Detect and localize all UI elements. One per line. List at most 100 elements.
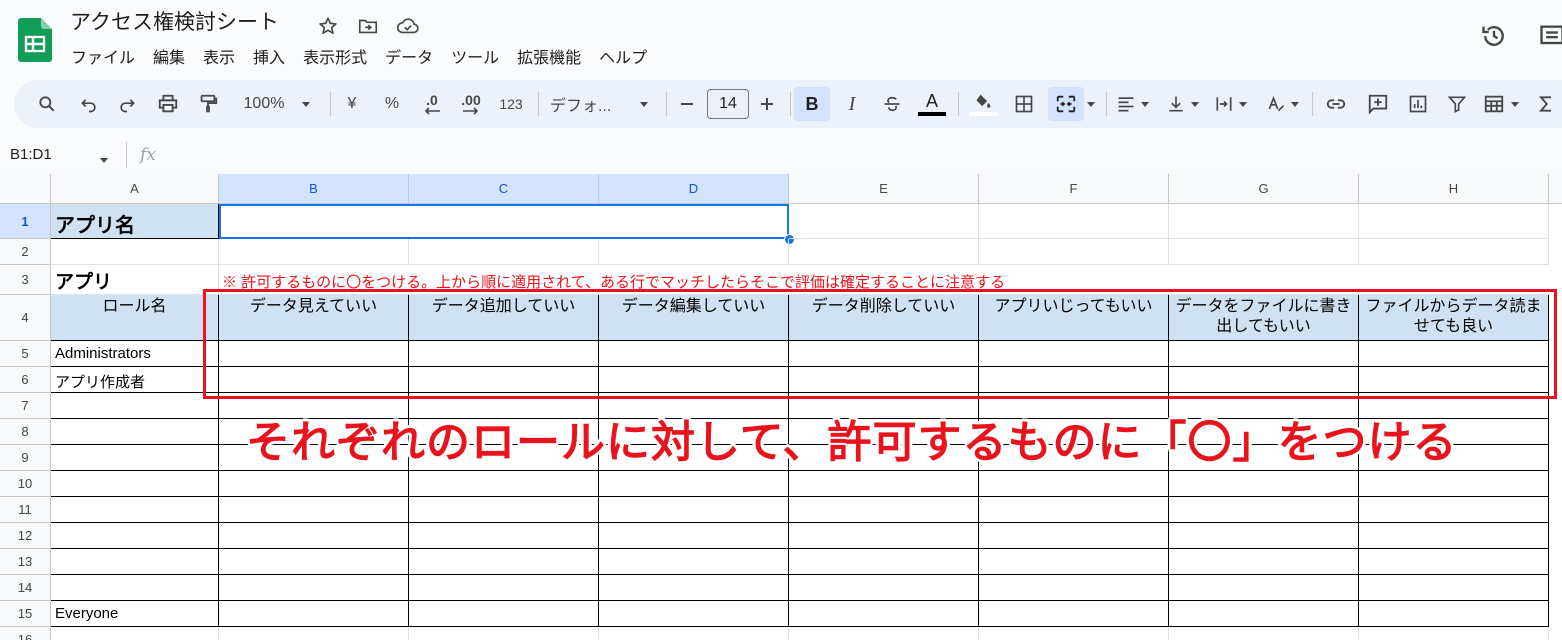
menu-view[interactable]: 表示	[194, 44, 244, 70]
menu-edit[interactable]: 編集	[144, 44, 194, 70]
table-cell[interactable]	[409, 497, 599, 523]
functions-icon[interactable]	[1534, 80, 1558, 128]
table-cell[interactable]	[789, 523, 979, 549]
column-header-i[interactable]	[1549, 174, 1562, 204]
table-cell[interactable]	[51, 471, 219, 497]
table-cell[interactable]	[1169, 471, 1359, 497]
undo-icon[interactable]	[76, 80, 102, 128]
table-cell[interactable]	[979, 549, 1169, 575]
table-cell[interactable]	[1169, 575, 1359, 601]
table-cell[interactable]	[979, 471, 1169, 497]
cell[interactable]	[409, 627, 599, 640]
row-header-1[interactable]: 1	[0, 204, 51, 239]
table-cell[interactable]	[1169, 497, 1359, 523]
row-header-15[interactable]: 15	[0, 601, 51, 627]
sheets-logo-icon[interactable]	[18, 18, 52, 62]
cell[interactable]	[979, 204, 1169, 239]
insert-comment-icon[interactable]	[1364, 80, 1392, 128]
row-header-8[interactable]: 8	[0, 419, 51, 445]
menu-tools[interactable]: ツール	[442, 44, 508, 70]
decrease-font-size-icon[interactable]	[676, 80, 698, 128]
table-cell[interactable]	[219, 549, 409, 575]
table-cell[interactable]	[789, 601, 979, 627]
cell-a6[interactable]: アプリ作成者	[51, 367, 219, 393]
table-cell[interactable]	[219, 523, 409, 549]
table-cell[interactable]	[51, 419, 219, 445]
row-header-14[interactable]: 14	[0, 575, 51, 601]
table-cell[interactable]	[789, 497, 979, 523]
redo-icon[interactable]	[114, 80, 140, 128]
row-header-2[interactable]: 2	[0, 239, 51, 265]
cell[interactable]	[599, 627, 789, 640]
cell[interactable]	[1359, 627, 1549, 640]
align-left-icon[interactable]	[1114, 80, 1138, 128]
cell[interactable]	[789, 239, 979, 265]
percent-format-button[interactable]: %	[380, 80, 404, 128]
column-header-e[interactable]: E	[789, 174, 979, 204]
table-cell[interactable]	[1359, 549, 1549, 575]
comments-icon[interactable]	[1538, 22, 1562, 50]
table-cell[interactable]	[51, 523, 219, 549]
table-cell[interactable]	[409, 575, 599, 601]
search-menus-icon[interactable]	[34, 80, 60, 128]
table-cell[interactable]	[599, 471, 789, 497]
cell-a1[interactable]: アプリ名	[51, 204, 219, 239]
table-cell[interactable]	[409, 549, 599, 575]
table-cell[interactable]	[1359, 471, 1549, 497]
cell[interactable]	[219, 627, 409, 640]
menu-insert[interactable]: 挿入	[244, 44, 294, 70]
cell[interactable]	[219, 239, 409, 265]
table-cell[interactable]	[219, 601, 409, 627]
menu-help[interactable]: ヘルプ	[590, 44, 656, 70]
move-folder-icon[interactable]	[356, 14, 380, 38]
table-cell[interactable]	[409, 471, 599, 497]
borders-icon[interactable]	[1010, 80, 1038, 128]
table-cell[interactable]	[1169, 523, 1359, 549]
merge-cells-icon[interactable]	[1048, 87, 1084, 121]
table-cell[interactable]	[409, 601, 599, 627]
table-cell[interactable]	[51, 549, 219, 575]
cell-a15[interactable]: Everyone	[51, 601, 219, 627]
menu-data[interactable]: データ	[376, 44, 442, 70]
cell-b1-merged[interactable]	[219, 204, 789, 239]
table-cell[interactable]	[979, 601, 1169, 627]
table-cell[interactable]	[789, 575, 979, 601]
fill-color-icon[interactable]	[966, 80, 1000, 128]
font-dropdown-icon[interactable]	[636, 80, 652, 128]
vertical-align-dropdown-icon[interactable]	[1188, 80, 1202, 128]
table-cell[interactable]	[51, 575, 219, 601]
cell[interactable]	[979, 627, 1169, 640]
row-header-6[interactable]: 6	[0, 367, 51, 393]
cell[interactable]	[1169, 627, 1359, 640]
zoom-select[interactable]: 100%	[236, 80, 292, 128]
cell[interactable]	[1359, 239, 1549, 265]
paint-format-icon[interactable]	[194, 80, 222, 128]
cell[interactable]	[1169, 204, 1359, 239]
table-cell[interactable]	[1359, 575, 1549, 601]
table-cell[interactable]	[599, 549, 789, 575]
table-cell[interactable]	[1359, 523, 1549, 549]
table-cell[interactable]	[51, 445, 219, 471]
table-cell[interactable]	[979, 575, 1169, 601]
star-icon[interactable]	[316, 14, 340, 38]
bold-button[interactable]: B	[794, 87, 830, 121]
row-header-5[interactable]: 5	[0, 341, 51, 367]
cell[interactable]	[51, 627, 219, 640]
table-cell[interactable]	[789, 549, 979, 575]
filter-views-icon[interactable]	[1480, 80, 1508, 128]
table-cell[interactable]	[219, 575, 409, 601]
table-cell[interactable]	[51, 497, 219, 523]
row-header-7[interactable]: 7	[0, 393, 51, 419]
row-header-16[interactable]: 16	[0, 627, 51, 640]
table-cell[interactable]	[599, 497, 789, 523]
cell[interactable]	[409, 239, 599, 265]
formula-input[interactable]	[172, 146, 1552, 168]
row-header-4[interactable]: 4	[0, 295, 51, 341]
vertical-align-icon[interactable]	[1164, 80, 1188, 128]
text-color-button[interactable]: A	[916, 80, 948, 128]
insert-chart-icon[interactable]	[1404, 80, 1432, 128]
column-header-h[interactable]: H	[1359, 174, 1549, 204]
cell[interactable]	[789, 204, 979, 239]
insert-link-icon[interactable]	[1322, 80, 1350, 128]
menu-format[interactable]: 表示形式	[294, 44, 376, 70]
